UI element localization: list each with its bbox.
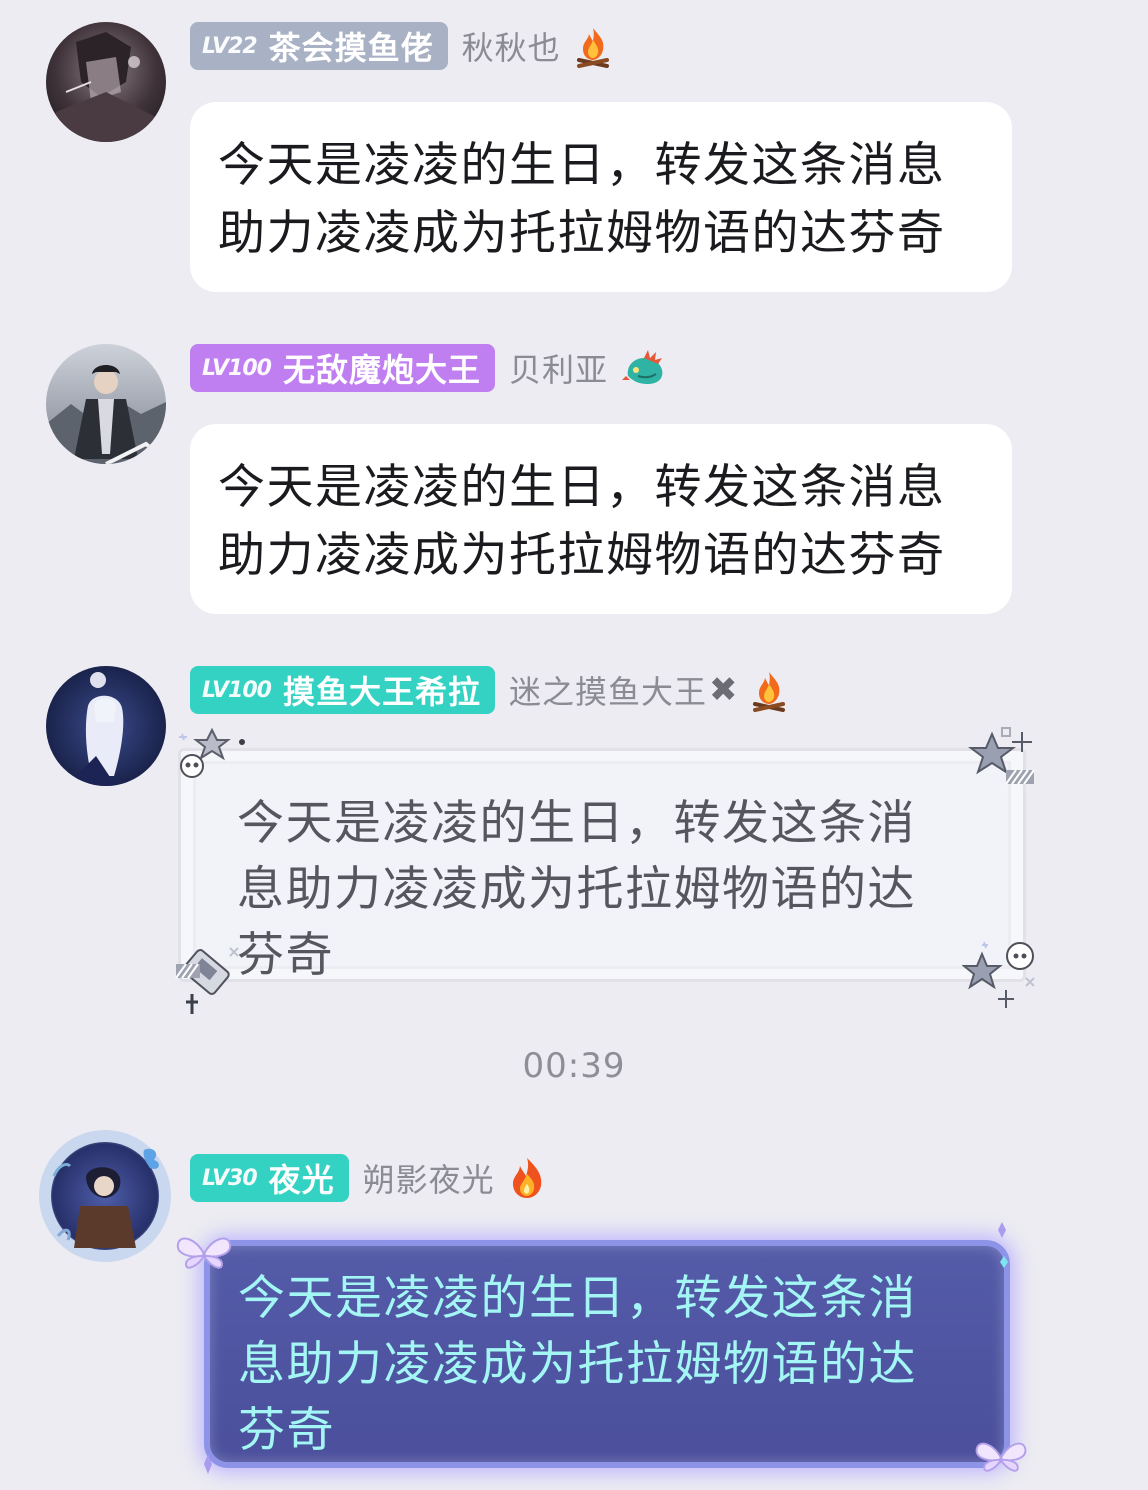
message-text: 今天是凌凌的生日，转发这条消息助力凌凌成为托拉姆物语的达芬奇 xyxy=(237,796,916,983)
level-label: LV30 xyxy=(202,1165,258,1191)
campfire-icon xyxy=(573,24,613,68)
message-timestamp: 00:39 xyxy=(522,1046,626,1086)
badge-title: 夜光 xyxy=(268,1161,335,1199)
avatar-image xyxy=(46,22,166,142)
message-header: LV30 夜光 朔影夜光 xyxy=(190,1154,547,1202)
message-header: LV100 摸鱼大王希拉 迷之摸鱼大王 ✖ xyxy=(190,666,789,714)
avatar[interactable] xyxy=(46,344,166,464)
user-level-badge[interactable]: LV30 夜光 xyxy=(190,1154,349,1202)
message-bubble[interactable]: 今天是凌凌的生日，转发这条消息助力凌凌成为托拉姆物语的达芬奇 xyxy=(190,102,1012,292)
avatar-image xyxy=(46,344,166,464)
avatar[interactable] xyxy=(46,22,166,142)
user-level-badge[interactable]: LV22 茶会摸鱼佬 xyxy=(190,22,448,70)
dragon-icon xyxy=(620,346,668,390)
level-label: LV100 xyxy=(202,355,272,381)
badge-title: 无敌魔炮大王 xyxy=(282,351,481,389)
campfire-icon xyxy=(749,668,789,712)
message-header: LV100 无敌魔炮大王 贝利亚 xyxy=(190,344,668,392)
username[interactable]: 朔影夜光 xyxy=(363,1155,495,1201)
message-header: LV22 茶会摸鱼佬 秋秋也 xyxy=(190,22,613,70)
user-level-badge[interactable]: LV100 摸鱼大王希拉 xyxy=(190,666,495,714)
flame-icon xyxy=(507,1156,547,1200)
badge-title: 摸鱼大王希拉 xyxy=(282,673,481,711)
level-label: LV22 xyxy=(202,33,258,59)
message-bubble[interactable]: 今天是凌凌的生日，转发这条消息助力凌凌成为托拉姆物语的达芬奇 xyxy=(190,424,1012,614)
message-bubble[interactable]: 今天是凌凌的生日，转发这条消息助力凌凌成为托拉姆物语的达芬奇 xyxy=(204,1240,1010,1468)
user-level-badge[interactable]: LV100 无敌魔炮大王 xyxy=(190,344,495,392)
username[interactable]: 秋秋也 xyxy=(462,23,561,69)
close-x-icon: ✖ xyxy=(708,670,738,710)
avatar-image xyxy=(46,666,166,786)
username[interactable]: 贝利亚 xyxy=(509,345,608,391)
avatar[interactable] xyxy=(36,1126,174,1266)
badge-title: 茶会摸鱼佬 xyxy=(268,29,434,67)
message-text: 今天是凌凌的生日，转发这条消息助力凌凌成为托拉姆物语的达芬奇 xyxy=(218,138,946,261)
message-text: 今天是凌凌的生日，转发这条消息助力凌凌成为托拉姆物语的达芬奇 xyxy=(238,1271,917,1458)
avatar-image xyxy=(39,1130,171,1262)
message-text: 今天是凌凌的生日，转发这条消息助力凌凌成为托拉姆物语的达芬奇 xyxy=(218,460,946,583)
level-label: LV100 xyxy=(202,677,272,703)
username[interactable]: 迷之摸鱼大王 xyxy=(509,667,707,713)
message-bubble[interactable]: 今天是凌凌的生日，转发这条消息助力凌凌成为托拉姆物语的达芬奇 xyxy=(178,748,1026,983)
avatar[interactable] xyxy=(46,666,166,786)
